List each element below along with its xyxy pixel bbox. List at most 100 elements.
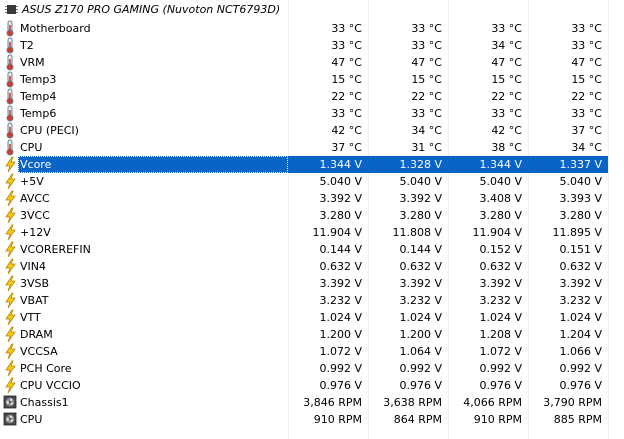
sensor-row[interactable]: CPU VCCIO 0.976 V 0.976 V 0.976 V 0.976 V bbox=[0, 377, 624, 394]
sensor-name: Vcore bbox=[20, 158, 52, 171]
sensor-value: 1.066 V bbox=[559, 345, 602, 358]
sensor-name: PCH Core bbox=[20, 362, 72, 375]
lightning-icon bbox=[3, 207, 17, 224]
sensor-value: 37 °C bbox=[571, 124, 602, 137]
sensor-value: 1.024 V bbox=[559, 311, 602, 324]
lightning-icon bbox=[3, 190, 17, 207]
sensor-value: 1.337 V bbox=[559, 158, 602, 171]
chip-icon bbox=[5, 5, 18, 14]
sensor-row[interactable]: 3VSB 3.392 V 3.392 V 3.392 V 3.392 V bbox=[0, 275, 624, 292]
thermometer-icon bbox=[3, 88, 17, 105]
sensor-name: DRAM bbox=[20, 328, 53, 341]
sensor-name: Temp4 bbox=[20, 90, 57, 103]
sensor-row[interactable]: CPU 37 °C 31 °C 38 °C 34 °C bbox=[0, 139, 624, 156]
sensor-row[interactable]: CPU 910 RPM 864 RPM 910 RPM 885 RPM bbox=[0, 411, 624, 428]
sensor-value: 0.976 V bbox=[319, 379, 362, 392]
sensor-value: 1.344 V bbox=[319, 158, 362, 171]
sensor-row[interactable]: Temp4 22 °C 22 °C 22 °C 22 °C bbox=[0, 88, 624, 105]
sensor-value: 910 RPM bbox=[473, 413, 522, 426]
sensor-value: 3.392 V bbox=[479, 277, 522, 290]
sensor-row[interactable]: Temp3 15 °C 15 °C 15 °C 15 °C bbox=[0, 71, 624, 88]
sensor-row[interactable]: Motherboard 33 °C 33 °C 33 °C 33 °C bbox=[0, 20, 624, 37]
sensor-value: 3.232 V bbox=[479, 294, 522, 307]
lightning-icon bbox=[3, 309, 17, 326]
sensor-value: 15 °C bbox=[491, 73, 522, 86]
sensor-row[interactable]: DRAM 1.200 V 1.200 V 1.208 V 1.204 V bbox=[0, 326, 624, 343]
sensor-row[interactable]: PCH Core 0.992 V 0.992 V 0.992 V 0.992 V bbox=[0, 360, 624, 377]
sensor-value: 5.040 V bbox=[479, 175, 522, 188]
sensor-value: 11.904 V bbox=[312, 226, 362, 239]
sensor-value: 1.024 V bbox=[479, 311, 522, 324]
sensor-value: 0.976 V bbox=[479, 379, 522, 392]
sensor-value: 910 RPM bbox=[313, 413, 362, 426]
device-title: ASUS Z170 PRO GAMING (Nuvoton NCT6793D) bbox=[22, 3, 281, 16]
sensor-value: 34 °C bbox=[491, 39, 522, 52]
sensor-name: CPU bbox=[20, 141, 43, 154]
lightning-icon bbox=[3, 377, 17, 394]
sensor-value: 0.976 V bbox=[559, 379, 602, 392]
sensor-value: 47 °C bbox=[491, 56, 522, 69]
lightning-icon bbox=[3, 326, 17, 343]
sensor-row[interactable]: AVCC 3.392 V 3.392 V 3.408 V 3.393 V bbox=[0, 190, 624, 207]
sensor-value: 0.632 V bbox=[479, 260, 522, 273]
sensor-value: 42 °C bbox=[491, 124, 522, 137]
sensor-value: 33 °C bbox=[331, 39, 362, 52]
sensor-value: 1.064 V bbox=[399, 345, 442, 358]
sensor-value: 3,790 RPM bbox=[543, 396, 602, 409]
sensor-row[interactable]: VRM 47 °C 47 °C 47 °C 47 °C bbox=[0, 54, 624, 71]
sensor-value: 3.280 V bbox=[479, 209, 522, 222]
sensor-row[interactable]: Chassis1 3,846 RPM 3,638 RPM 4,066 RPM 3,790… bbox=[0, 394, 624, 411]
sensor-row[interactable]: CPU (PECI) 42 °C 34 °C 42 °C 37 °C bbox=[0, 122, 624, 139]
sensor-row[interactable]: VIN4 0.632 V 0.632 V 0.632 V 0.632 V bbox=[0, 258, 624, 275]
sensor-name: AVCC bbox=[20, 192, 50, 205]
sensor-name: 3VCC bbox=[20, 209, 50, 222]
sensor-name: Chassis1 bbox=[20, 396, 69, 409]
sensor-value: 0.992 V bbox=[559, 362, 602, 375]
sensor-value: 15 °C bbox=[411, 73, 442, 86]
sensor-row[interactable]: +5V 5.040 V 5.040 V 5.040 V 5.040 V bbox=[0, 173, 624, 190]
sensor-value: 1.024 V bbox=[319, 311, 362, 324]
sensor-value: 22 °C bbox=[411, 90, 442, 103]
fan-icon bbox=[3, 411, 17, 428]
sensor-value: 1.344 V bbox=[479, 158, 522, 171]
sensor-value: 3.392 V bbox=[319, 192, 362, 205]
sensor-value: 11.904 V bbox=[472, 226, 522, 239]
sensor-value: 0.632 V bbox=[559, 260, 602, 273]
sensor-row[interactable]: Vcore 1.344 V 1.328 V 1.344 V 1.337 V bbox=[0, 156, 624, 173]
sensor-value: 0.151 V bbox=[559, 243, 602, 256]
sensor-value: 33 °C bbox=[571, 22, 602, 35]
sensor-row[interactable]: VCCSA 1.072 V 1.064 V 1.072 V 1.066 V bbox=[0, 343, 624, 360]
sensor-value: 1.200 V bbox=[319, 328, 362, 341]
sensor-value: 5.040 V bbox=[399, 175, 442, 188]
sensor-row[interactable]: +12V 11.904 V 11.808 V 11.904 V 11.895 V bbox=[0, 224, 624, 241]
sensor-value: 33 °C bbox=[411, 107, 442, 120]
lightning-icon bbox=[3, 292, 17, 309]
sensor-value: 34 °C bbox=[411, 124, 442, 137]
sensor-value: 3.392 V bbox=[399, 192, 442, 205]
sensor-value: 3.280 V bbox=[319, 209, 362, 222]
thermometer-icon bbox=[3, 54, 17, 71]
thermometer-icon bbox=[3, 37, 17, 54]
lightning-icon bbox=[3, 343, 17, 360]
sensor-value: 47 °C bbox=[331, 56, 362, 69]
sensor-row[interactable]: Temp6 33 °C 33 °C 33 °C 33 °C bbox=[0, 105, 624, 122]
device-group-header[interactable]: ASUS Z170 PRO GAMING (Nuvoton NCT6793D) bbox=[0, 0, 624, 20]
sensor-row[interactable]: VBAT 3.232 V 3.232 V 3.232 V 3.232 V bbox=[0, 292, 624, 309]
sensor-value: 885 RPM bbox=[553, 413, 602, 426]
sensor-value: 1.328 V bbox=[399, 158, 442, 171]
sensor-value: 0.632 V bbox=[319, 260, 362, 273]
sensor-value: 4,066 RPM bbox=[463, 396, 522, 409]
lightning-icon bbox=[3, 275, 17, 292]
sensor-row[interactable]: 3VCC 3.280 V 3.280 V 3.280 V 3.280 V bbox=[0, 207, 624, 224]
sensor-value: 33 °C bbox=[411, 22, 442, 35]
lightning-icon bbox=[3, 224, 17, 241]
sensor-row[interactable]: VTT 1.024 V 1.024 V 1.024 V 1.024 V bbox=[0, 309, 624, 326]
sensor-row[interactable]: T2 33 °C 33 °C 34 °C 33 °C bbox=[0, 37, 624, 54]
sensor-value: 1.072 V bbox=[319, 345, 362, 358]
sensor-name: VCOREREFIN bbox=[20, 243, 91, 256]
sensor-value: 3.232 V bbox=[399, 294, 442, 307]
sensor-value: 864 RPM bbox=[393, 413, 442, 426]
thermometer-icon bbox=[3, 122, 17, 139]
sensor-value: 5.040 V bbox=[559, 175, 602, 188]
sensor-row[interactable]: VCOREREFIN 0.144 V 0.144 V 0.152 V 0.151 V bbox=[0, 241, 624, 258]
